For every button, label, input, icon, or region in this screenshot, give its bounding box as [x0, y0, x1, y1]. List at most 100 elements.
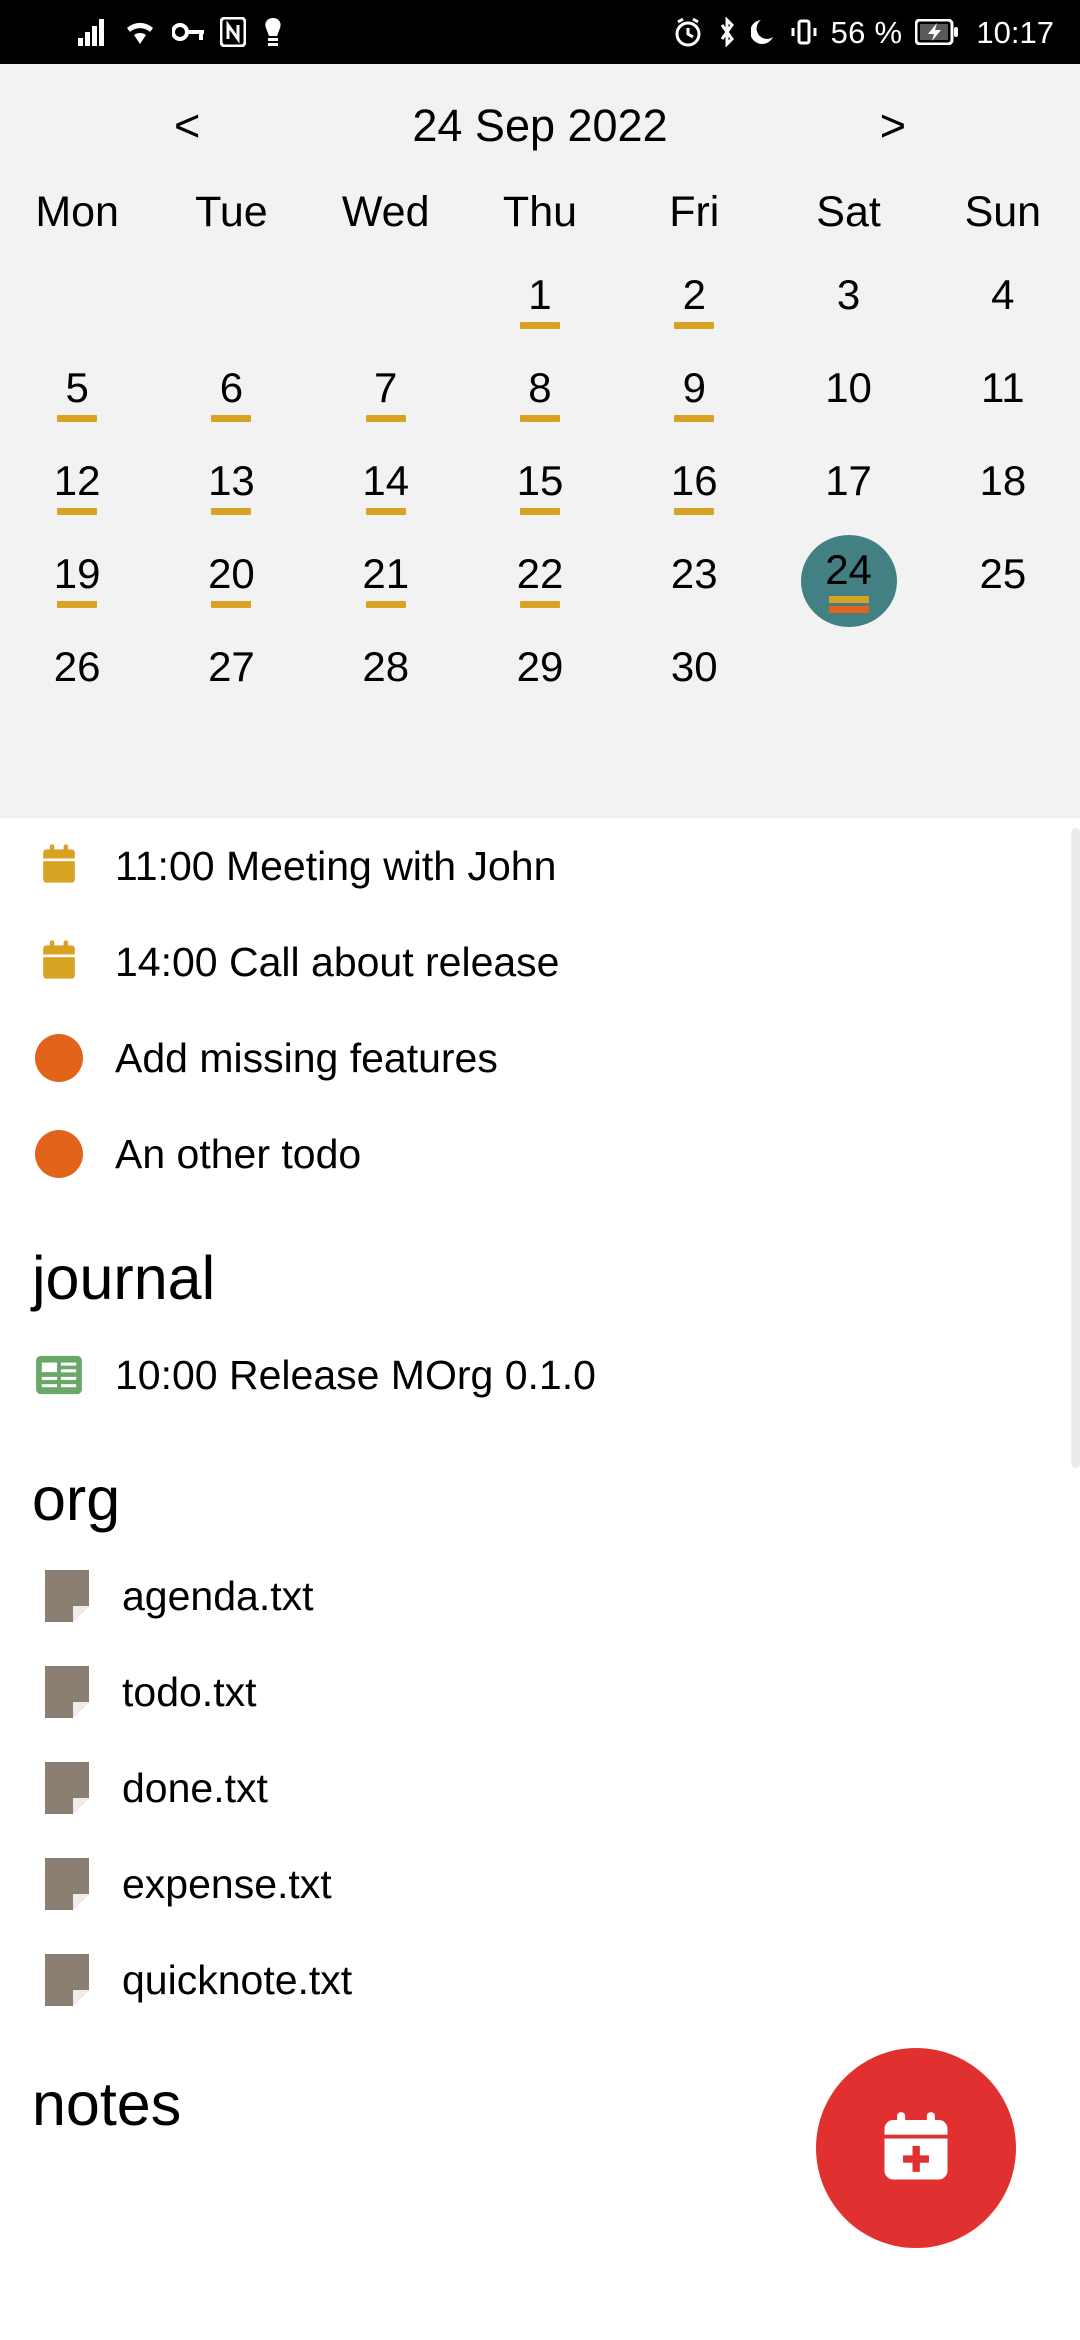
appointment-marker-icon [211, 600, 252, 608]
calendar-day-cell[interactable]: 21 [338, 535, 434, 627]
calendar-weekday-label: Sun [964, 187, 1042, 236]
calendar-day-2[interactable]: 2 [617, 256, 771, 349]
journal-item[interactable]: 10:00 Release MOrg 0.1.0 [0, 1327, 1080, 1423]
calendar-day-markers [674, 414, 715, 423]
add-appointment-fab[interactable] [816, 2048, 1016, 2248]
calendar-day-number: 8 [528, 364, 552, 412]
content-scrollbar[interactable] [1071, 818, 1080, 2340]
calendar-day-cell[interactable]: 17 [801, 442, 897, 534]
calendar-grid: Mon Tue Wed Thu Fri Sat Sun 1 2 3 4 5 6 7 8 9 10 11 12 13 1… [0, 168, 1080, 721]
status-bar-right: 56 % 10:17 [673, 17, 1054, 48]
calendar-day-14[interactable]: 14 [309, 442, 463, 535]
calendar-weekday-label: Tue [195, 187, 268, 236]
calendar-day-27[interactable]: 27 [154, 628, 308, 721]
agenda-item[interactable]: 11:00 Meeting with John [0, 818, 1080, 914]
calendar-day-4[interactable]: 4 [926, 256, 1080, 349]
calendar-day-28[interactable]: 28 [309, 628, 463, 721]
next-day-button[interactable]: > [856, 97, 930, 154]
calendar-day-29[interactable]: 29 [463, 628, 617, 721]
calendar-day-11[interactable]: 11 [926, 349, 1080, 442]
calendar-day-number: 27 [208, 643, 255, 691]
calendar-day-markers [674, 507, 715, 516]
calendar-day-cell[interactable]: 8 [492, 349, 588, 441]
calendar-day-9[interactable]: 9 [617, 349, 771, 442]
calendar-day-cell[interactable]: 4 [955, 256, 1051, 348]
calendar-day-5[interactable]: 5 [0, 349, 154, 442]
calendar-day-number: 25 [979, 550, 1027, 598]
calendar-day-25[interactable]: 25 [926, 535, 1080, 628]
appointment-marker-icon [519, 414, 560, 422]
appointment-marker-icon [57, 414, 98, 422]
calendar-day-20[interactable]: 20 [154, 535, 308, 628]
calendar-day-15[interactable]: 15 [463, 442, 617, 535]
org-file-item[interactable]: expense.txt [0, 1836, 1080, 1932]
calendar-day-cell[interactable]: 15 [492, 442, 588, 534]
calendar-day-cell[interactable]: 20 [183, 535, 279, 627]
calendar-day-markers [365, 600, 406, 609]
calendar-day-cell[interactable]: 7 [338, 349, 434, 441]
calendar-day-3[interactable]: 3 [771, 256, 925, 349]
org-file-item[interactable]: todo.txt [0, 1644, 1080, 1740]
calendar-day-cell[interactable]: 19 [29, 535, 125, 627]
calendar-day-markers [674, 321, 715, 330]
org-file-item[interactable]: quicknote.txt [0, 1932, 1080, 2028]
calendar-day-cell[interactable]: 16 [646, 442, 742, 534]
calendar-day-cell[interactable]: 5 [29, 349, 125, 441]
calendar-day-10[interactable]: 10 [771, 349, 925, 442]
vibrate-icon [790, 17, 818, 47]
calendar-day-17[interactable]: 17 [771, 442, 925, 535]
calendar-day-cell[interactable]: 2 [646, 256, 742, 348]
calendar-title[interactable]: 24 Sep 2022 [412, 103, 667, 148]
calendar-day-cell[interactable]: 9 [646, 349, 742, 441]
calendar-day-13[interactable]: 13 [154, 442, 308, 535]
calendar-day-cell[interactable]: 28 [338, 628, 434, 720]
calendar-day-cell[interactable]: 6 [183, 349, 279, 441]
org-file-item[interactable]: done.txt [0, 1740, 1080, 1836]
calendar-day-selected[interactable]: 24 [800, 535, 897, 627]
calendar-day-7[interactable]: 7 [309, 349, 463, 442]
calendar-day-16[interactable]: 16 [617, 442, 771, 535]
calendar-day-cell[interactable]: 30 [646, 628, 742, 720]
calendar-day-22[interactable]: 22 [463, 535, 617, 628]
agenda-item[interactable]: 14:00 Call about release [0, 914, 1080, 1010]
calendar-day-cell[interactable]: 23 [646, 535, 742, 627]
calendar-day-cell[interactable]: 26 [29, 628, 125, 720]
calendar-day-26[interactable]: 26 [0, 628, 154, 721]
calendar-day-1[interactable]: 1 [463, 256, 617, 349]
calendar-day-6[interactable]: 6 [154, 349, 308, 442]
calendar-day-12[interactable]: 12 [0, 442, 154, 535]
calendar-day-cell[interactable]: 10 [801, 349, 897, 441]
calendar-day-cell[interactable]: 1 [492, 256, 588, 348]
calendar-day-cell[interactable]: 27 [183, 628, 279, 720]
calendar-day-21[interactable]: 21 [309, 535, 463, 628]
calendar-day-cell[interactable]: 3 [801, 256, 897, 348]
calendar-day-cell[interactable]: 29 [492, 628, 588, 720]
calendar-day-24[interactable]: 24 [771, 535, 925, 628]
calendar-day-cell[interactable]: 22 [492, 535, 588, 627]
calendar-day-cell[interactable]: 12 [29, 442, 125, 534]
calendar-day-cell[interactable]: 11 [955, 349, 1051, 441]
agenda-item[interactable]: Add missing features [0, 1010, 1080, 1106]
calendar-day-empty [0, 256, 154, 349]
calendar-day-23[interactable]: 23 [617, 535, 771, 628]
journal-item-label: 10:00 Release MOrg 0.1.0 [115, 1351, 596, 1398]
content-scrollbar-thumb[interactable] [1071, 828, 1080, 1468]
calendar-day-cell[interactable]: 13 [183, 442, 279, 534]
calendar-day-cell[interactable]: 25 [955, 535, 1051, 627]
agenda-item[interactable]: An other todo [0, 1106, 1080, 1202]
org-file-label: expense.txt [122, 1860, 332, 1907]
org-file-label: todo.txt [122, 1668, 257, 1715]
calendar-day-number: 12 [53, 457, 101, 505]
calendar-day-8[interactable]: 8 [463, 349, 617, 442]
calendar-day-cell[interactable]: 18 [955, 442, 1051, 534]
org-file-item[interactable]: agenda.txt [0, 1548, 1080, 1644]
calendar-day-18[interactable]: 18 [926, 442, 1080, 535]
calendar-day-markers [57, 507, 98, 516]
agenda-item-label: 14:00 Call about release [115, 938, 560, 985]
calendar-day-cell[interactable]: 14 [338, 442, 434, 534]
org-file-label: done.txt [122, 1764, 268, 1811]
calendar-day-19[interactable]: 19 [0, 535, 154, 628]
calendar-day-30[interactable]: 30 [617, 628, 771, 721]
previous-day-button[interactable]: < [150, 97, 224, 154]
journal-list: 10:00 Release MOrg 0.1.0 [0, 1327, 1080, 1423]
